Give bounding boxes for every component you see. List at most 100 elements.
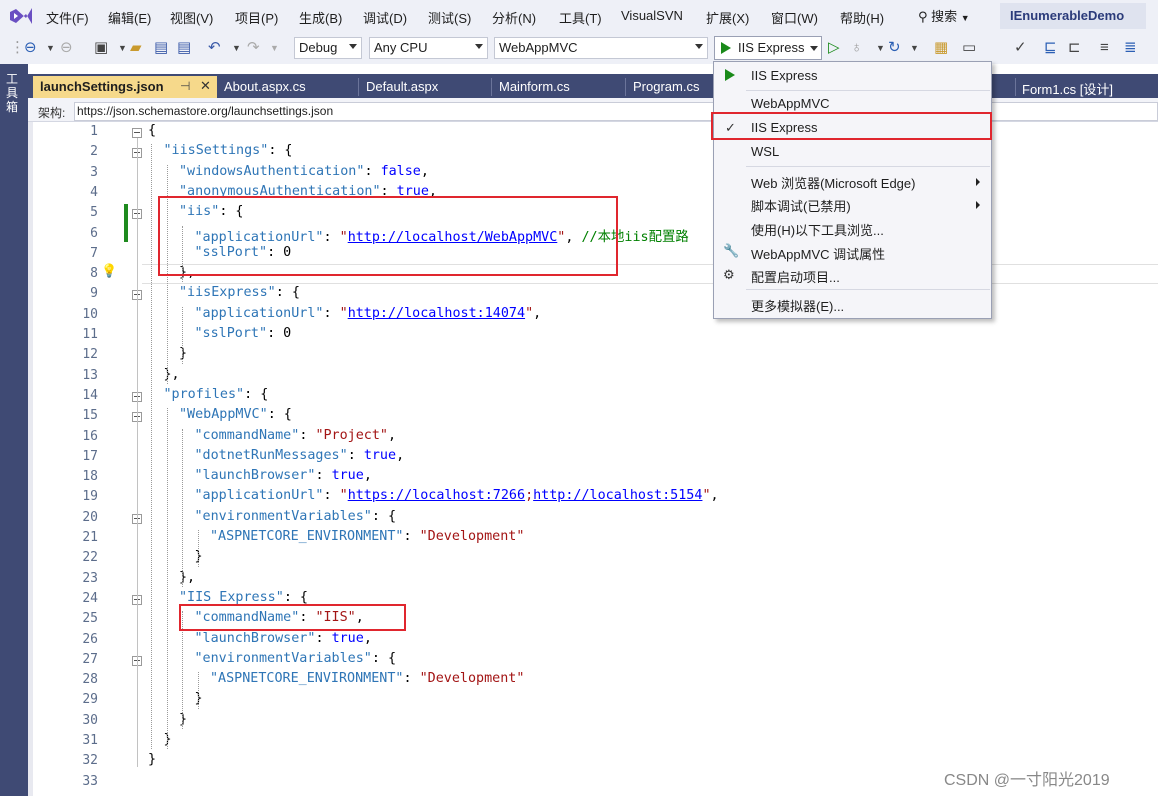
line-number: 2 <box>90 144 98 160</box>
code-line: } <box>195 549 203 564</box>
indent-guide <box>182 306 183 364</box>
code-token: : { <box>275 285 300 301</box>
tab-program-cs[interactable]: Program.cs <box>626 76 714 98</box>
menu-view[interactable]: 视图(V) <box>170 8 213 27</box>
menu-window[interactable]: 窗口(W) <box>771 8 818 27</box>
menu-debug[interactable]: 调试(D) <box>363 8 407 27</box>
spell-check-icon[interactable]: ✓ <box>1014 40 1027 56</box>
menu-edit[interactable]: 编辑(E) <box>108 8 151 27</box>
pin-icon[interactable]: ⊣ <box>180 79 190 93</box>
toolbox-label[interactable]: 工具箱 <box>6 72 22 114</box>
code-token: : 0 <box>267 326 292 341</box>
tab-default-aspx[interactable]: Default.aspx <box>359 76 490 98</box>
refresh-icon[interactable]: ↻ <box>888 40 901 56</box>
run-target-label: IIS Express <box>738 40 805 55</box>
code-token: "ASPNETCORE_ENVIRONMENT" <box>210 529 404 544</box>
run-target-dropdown[interactable]: IIS Express WebAppMVC ✓ IIS Express WSL … <box>713 61 992 319</box>
platform-select[interactable]: Any CPU <box>369 37 488 59</box>
code-line: } <box>164 732 172 747</box>
line-number: 8 <box>90 266 98 282</box>
menu-project[interactable]: 项目(P) <box>235 8 278 27</box>
search-box[interactable]: ⚲ 搜索 ▼ <box>918 6 970 25</box>
dropdown-item-web-browser[interactable]: Web 浏览器(Microsoft Edge) <box>751 173 915 192</box>
schema-url-field[interactable]: https://json.schemastore.org/launchsetti… <box>74 102 1158 121</box>
chevron-down-icon[interactable]: ▼ <box>910 40 919 56</box>
navigate-forward-icon[interactable]: ⊖ <box>60 40 73 56</box>
code-token: "commandName" <box>194 427 300 443</box>
code-token: : <box>403 671 420 687</box>
menu-extensions[interactable]: 扩展(X) <box>706 8 749 27</box>
comment-icon[interactable]: ⊑ <box>1044 40 1057 56</box>
save-icon[interactable]: ▤ <box>154 40 168 56</box>
chevron-down-icon[interactable]: ▼ <box>118 40 127 56</box>
start-without-debugging-icon[interactable]: ▷ <box>828 40 840 56</box>
menu-test[interactable]: 测试(S) <box>428 8 471 27</box>
code-token: , <box>363 630 372 646</box>
outdent-icon[interactable]: ≣ <box>1124 40 1137 56</box>
configuration-select[interactable]: Debug <box>294 37 362 59</box>
code-token: http://localhost:14074 <box>347 305 526 321</box>
tab-label: Form1.cs [设计] <box>1022 82 1114 97</box>
tab-form1-design[interactable]: Form1.cs [设计] <box>1015 76 1158 98</box>
startup-project-select[interactable]: WebAppMVC <box>494 37 708 59</box>
code-token: : { <box>244 386 269 402</box>
undo-icon[interactable]: ↶ <box>208 40 221 56</box>
code-token: } <box>179 711 188 727</box>
menu-bar: 文件(F) 编辑(E) 视图(V) 项目(P) 生成(B) 调试(D) 测试(S… <box>0 0 1158 32</box>
line-number: 11 <box>82 327 98 342</box>
dropdown-item-debug-properties[interactable]: WebAppMVC 调试属性 <box>751 244 885 263</box>
line-number: 26 <box>82 631 98 647</box>
chevron-down-icon[interactable]: ▼ <box>232 40 241 56</box>
line-number: 16 <box>82 428 98 444</box>
open-file-icon[interactable]: ▰ <box>130 40 142 56</box>
menu-tools[interactable]: 工具(T) <box>559 8 602 27</box>
menu-analyze[interactable]: 分析(N) <box>492 8 536 27</box>
toolbox-strip[interactable]: 工具箱 <box>0 64 28 796</box>
fold-toggle-icon[interactable] <box>132 128 142 138</box>
dropdown-item-more-emulators[interactable]: 更多模拟器(E)... <box>751 296 844 315</box>
uncomment-icon[interactable]: ⊏ <box>1068 40 1081 56</box>
code-token: "dotnetRunMessages" <box>194 447 348 463</box>
tab-mainform-cs[interactable]: Mainform.cs <box>492 76 625 98</box>
line-number: 13 <box>82 367 98 383</box>
submenu-arrow-icon <box>976 178 980 186</box>
code-token: " <box>702 488 711 504</box>
tab-about-aspx-cs[interactable]: About.aspx.cs <box>217 76 357 98</box>
chevron-down-icon[interactable]: ▼ <box>46 40 55 56</box>
menu-visualsvn[interactable]: VisualSVN <box>621 8 683 23</box>
layout-icon[interactable]: ▭ <box>962 40 976 56</box>
line-number: 24 <box>82 590 98 606</box>
dropdown-item-browse-with[interactable]: 使用(H)以下工具浏览... <box>751 220 884 239</box>
new-project-icon[interactable]: ▣ <box>94 40 108 56</box>
chevron-down-icon[interactable]: ▼ <box>876 40 885 56</box>
code-token: " <box>525 305 534 321</box>
hot-reload-icon[interactable]: ♁ <box>851 40 862 56</box>
run-button[interactable]: IIS Express <box>714 36 822 60</box>
menu-help[interactable]: 帮助(H) <box>840 8 884 27</box>
dropdown-item-script-debugging[interactable]: 脚本调试(已禁用) <box>751 196 851 215</box>
code-line: "applicationUrl": "https://localhost:726… <box>195 488 719 503</box>
navigate-back-icon[interactable]: ⊖ <box>24 40 37 56</box>
code-token: "sslPort" <box>194 326 268 341</box>
code-token: "environmentVariables" <box>194 650 372 666</box>
solution-name: IEnumerableDemo <box>1000 3 1146 29</box>
chevron-down-icon[interactable]: ▼ <box>270 40 279 56</box>
code-line: "WebAppMVC": { <box>179 407 292 422</box>
indent-icon[interactable]: ≡ <box>1100 40 1109 56</box>
redo-icon[interactable]: ↷ <box>247 40 260 56</box>
dropdown-item-iis-express-run[interactable]: IIS Express <box>751 68 817 83</box>
lightbulb-icon[interactable]: 💡 <box>101 263 117 279</box>
close-icon[interactable]: ✕ <box>200 78 211 94</box>
line-number: 29 <box>82 692 98 708</box>
tab-launchsettings-json[interactable]: launchSettings.json ⊣ ✕ <box>33 76 217 98</box>
dropdown-item-configure-startup[interactable]: 配置启动项目... <box>751 267 840 286</box>
code-line: "environmentVariables": { <box>195 509 397 524</box>
save-all-icon[interactable]: ▤ <box>177 40 191 56</box>
menu-build[interactable]: 生成(B) <box>299 8 342 27</box>
browse-icon[interactable]: ▦ <box>934 40 948 56</box>
search-label: 搜索 <box>931 9 958 24</box>
menu-file[interactable]: 文件(F) <box>46 8 89 27</box>
dropdown-item-wsl[interactable]: WSL <box>751 144 779 159</box>
dropdown-item-webappmvc[interactable]: WebAppMVC <box>751 96 830 111</box>
chevron-down-icon[interactable] <box>810 46 818 51</box>
